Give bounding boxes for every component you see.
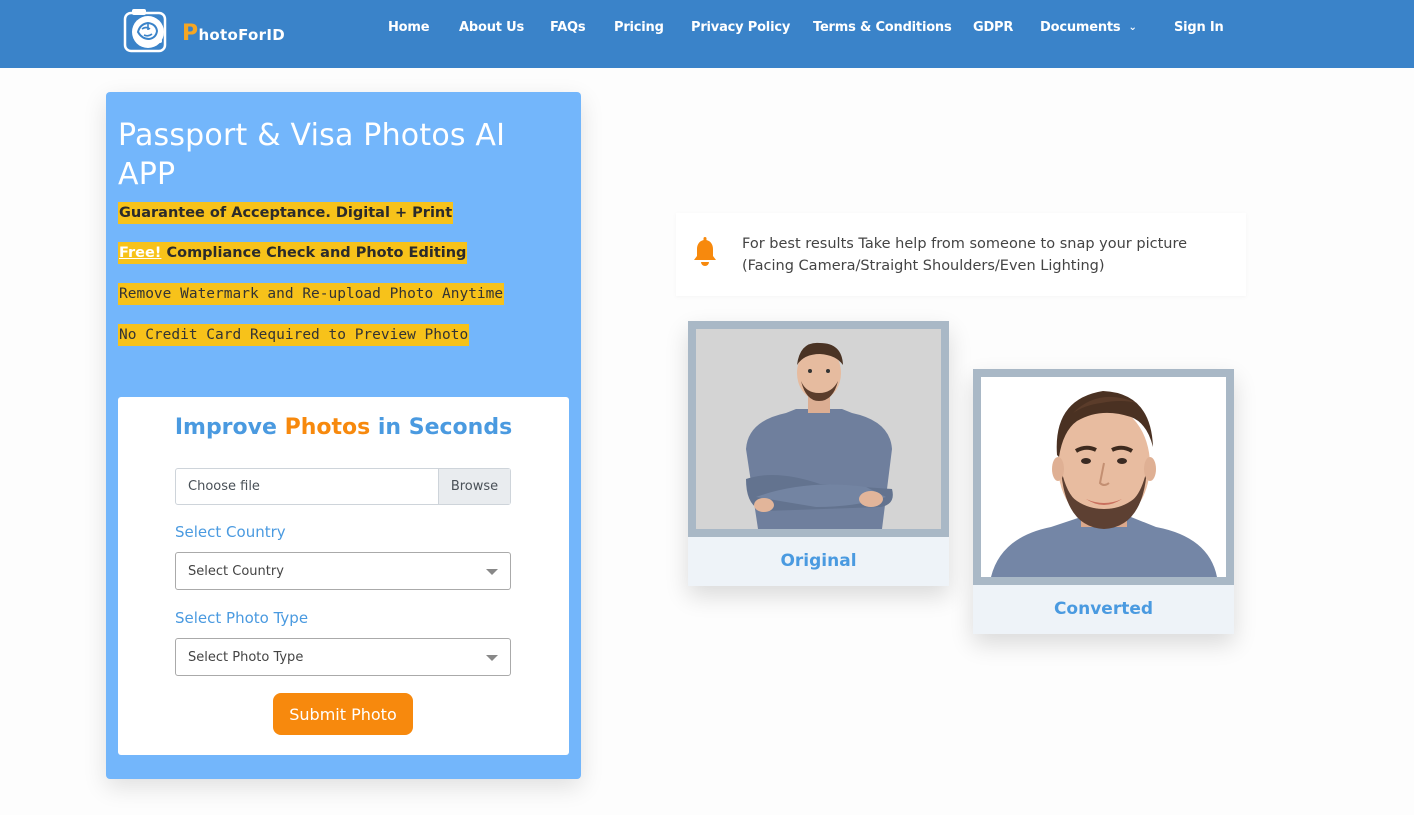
nav-home[interactable]: Home: [388, 20, 430, 35]
photo-frame: [973, 369, 1234, 585]
nav-privacy-policy[interactable]: Privacy Policy: [691, 20, 790, 35]
submit-photo-button[interactable]: Submit Photo: [273, 693, 413, 735]
brand-name-rest: hotoForID: [198, 25, 285, 44]
browse-button[interactable]: Browse: [438, 469, 510, 504]
file-upload-input[interactable]: Choose file Browse: [175, 468, 511, 505]
free-link[interactable]: Free!: [119, 245, 161, 261]
nav-terms-conditions[interactable]: Terms & Conditions: [813, 20, 952, 35]
converted-photo-card: Converted: [973, 369, 1234, 634]
photo-frame: [688, 321, 949, 537]
original-caption: Original: [780, 551, 857, 571]
brand-name: PhotoForID: [182, 21, 285, 46]
country-label: Select Country: [175, 523, 286, 541]
bell-icon: [694, 237, 716, 266]
form-title-part3: in Seconds: [370, 415, 513, 440]
nav-sign-in[interactable]: Sign In: [1174, 20, 1224, 35]
man-portrait-image: [981, 377, 1226, 577]
photo-type-select[interactable]: Select Photo Type: [175, 638, 511, 676]
upload-form: Improve Photos in Seconds Choose file Br…: [118, 397, 569, 755]
tip-text: For best results Take help from someone …: [742, 236, 1188, 274]
page-title: Passport & Visa Photos AI APP: [118, 118, 506, 192]
hero-card: Passport & Visa Photos AI APP Guarantee …: [106, 92, 581, 779]
free-compliance-highlight: Free! Compliance Check and Photo Editing: [118, 242, 468, 264]
brain-camera-icon: [123, 9, 167, 53]
converted-photo: [981, 377, 1226, 577]
nav-faqs[interactable]: FAQs: [550, 20, 586, 35]
photo-type-select-value: Select Photo Type: [188, 650, 304, 665]
tip-box: For best results Take help from someone …: [676, 213, 1246, 296]
nav-documents-dropdown[interactable]: Documents ⌄: [1040, 20, 1137, 35]
caret-down-icon: [486, 569, 498, 575]
nav-about-us[interactable]: About Us: [459, 20, 524, 35]
chevron-down-icon: ⌄: [1128, 22, 1137, 33]
nav-gdpr[interactable]: GDPR: [973, 20, 1013, 35]
original-photo-card: Original: [688, 321, 949, 586]
free-compliance-text: Compliance Check and Photo Editing: [161, 245, 467, 261]
no-credit-card-highlight: No Credit Card Required to Preview Photo: [118, 324, 470, 346]
nav-pricing[interactable]: Pricing: [614, 20, 664, 35]
form-title-part1: Improve: [174, 415, 285, 440]
man-arms-crossed-image: [696, 329, 941, 529]
photo-type-label: Select Photo Type: [175, 609, 309, 627]
watermark-highlight: Remove Watermark and Re-upload Photo Any…: [118, 283, 505, 305]
top-navbar: PhotoForID Home About Us FAQs Pricing Pr…: [0, 0, 1414, 68]
brand-logo[interactable]: PhotoForID: [122, 6, 285, 56]
guarantee-highlight: Guarantee of Acceptance. Digital + Print: [118, 202, 454, 224]
caret-down-icon: [486, 655, 498, 661]
file-placeholder: Choose file: [188, 479, 260, 494]
original-photo: [696, 329, 941, 529]
country-select[interactable]: Select Country: [175, 552, 511, 590]
country-select-value: Select Country: [188, 564, 284, 579]
converted-caption: Converted: [1053, 599, 1154, 619]
brand-initial: P: [182, 20, 199, 46]
form-title-part2: Photos: [284, 415, 371, 440]
form-title: Improve Photos in Seconds: [118, 415, 569, 440]
nav-documents-label: Documents: [1040, 20, 1121, 35]
